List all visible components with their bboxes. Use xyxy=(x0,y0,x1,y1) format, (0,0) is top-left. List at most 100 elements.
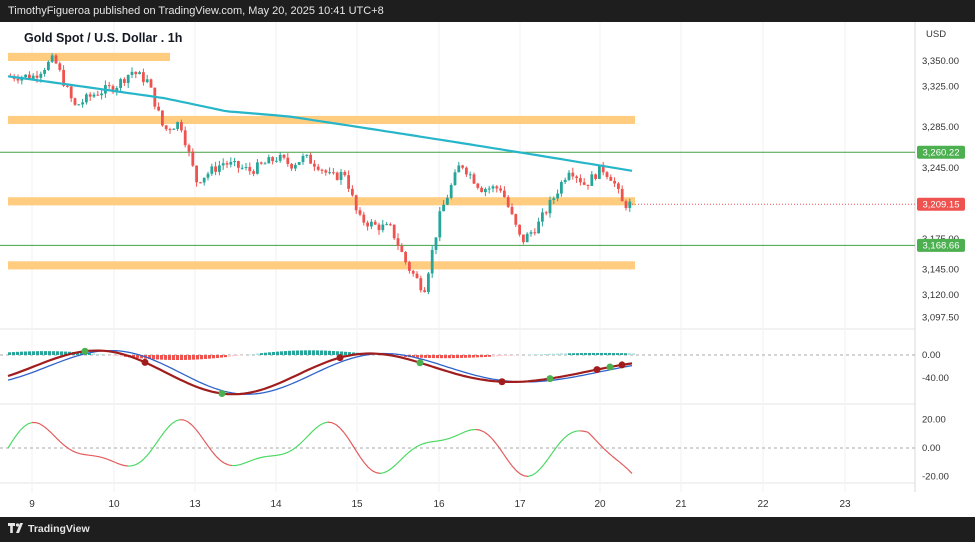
candle-body xyxy=(145,79,149,83)
macd-histogram-bar xyxy=(604,352,607,355)
oscillator-segment xyxy=(499,448,505,456)
macd-histogram-bar xyxy=(320,350,323,355)
candle-body xyxy=(571,172,575,177)
oscillator-segment xyxy=(627,468,633,474)
candle xyxy=(370,219,373,230)
candle-body xyxy=(514,214,518,225)
macd-cross-dot xyxy=(218,390,226,398)
candle-body xyxy=(187,145,191,152)
oscillator-segment xyxy=(615,458,621,463)
candle-body xyxy=(271,157,274,162)
candle xyxy=(134,71,138,79)
candle-body xyxy=(225,163,229,165)
candle xyxy=(396,233,400,251)
oscillator-segment xyxy=(111,460,117,464)
candle-body xyxy=(138,72,141,75)
oscillator-segment xyxy=(531,472,537,476)
macd-histogram-bar xyxy=(204,355,207,359)
macd-histogram-bar xyxy=(44,351,47,355)
oscillator-segment xyxy=(135,461,141,466)
oscillator-segment xyxy=(71,450,77,453)
candle xyxy=(221,158,225,170)
candle-body xyxy=(69,86,73,99)
oscillator-segment xyxy=(319,422,325,426)
candle-body xyxy=(381,224,385,231)
price-axis: 3,350.003,325.003,285.003,245.003,175.00… xyxy=(922,56,959,482)
candle xyxy=(85,92,88,105)
candle-body xyxy=(427,273,430,293)
candle xyxy=(434,237,438,255)
oscillator-segment xyxy=(431,440,437,443)
oscillator-segment xyxy=(563,434,569,439)
oscillator-segment xyxy=(559,437,565,444)
oscillator-segment xyxy=(275,454,281,457)
candle-body xyxy=(142,72,145,83)
oscillator-segment xyxy=(51,433,57,439)
candle xyxy=(332,168,335,175)
oscillator-segment xyxy=(423,441,429,445)
candle-body xyxy=(525,233,529,243)
candle-body xyxy=(54,55,58,64)
macd-histogram-bar xyxy=(212,355,215,359)
candle-body xyxy=(50,55,54,62)
tradingview-logo-icon xyxy=(8,523,23,533)
candle xyxy=(69,84,73,103)
candle xyxy=(533,228,537,236)
candle xyxy=(153,87,157,110)
candle-body xyxy=(404,251,407,263)
candle xyxy=(16,74,20,84)
candle-body xyxy=(472,174,476,184)
macd-histogram-bar xyxy=(480,355,483,358)
candle xyxy=(149,78,153,88)
oscillator-segment xyxy=(11,435,17,443)
oscillator-segment xyxy=(591,435,597,441)
macd-histogram-bar xyxy=(208,355,211,359)
chart-svg[interactable]: 3,350.003,325.003,285.003,245.003,175.00… xyxy=(0,22,975,517)
macd-histogram-bar xyxy=(8,352,11,355)
oscillator-segment xyxy=(399,456,405,462)
candle-body xyxy=(35,75,39,78)
candle-body xyxy=(351,188,354,196)
candle-body xyxy=(442,204,445,212)
candle-body xyxy=(522,234,525,243)
oscillator-segment xyxy=(227,464,233,467)
oscillator-segment xyxy=(123,464,129,467)
candle-body xyxy=(168,129,172,131)
macd-histogram-bar xyxy=(192,355,195,360)
oscillator-segment xyxy=(443,438,449,441)
candle-body xyxy=(294,164,297,169)
candle-body xyxy=(77,104,81,106)
candle-body xyxy=(134,71,138,75)
oscillator-segment xyxy=(23,423,29,428)
candle xyxy=(233,157,236,167)
chart-area[interactable]: 3,350.003,325.003,285.003,245.003,175.00… xyxy=(0,22,975,517)
macd-histogram-bar xyxy=(328,350,331,355)
zone xyxy=(8,52,170,61)
candle xyxy=(586,184,590,190)
macd-histogram-bar xyxy=(152,355,155,360)
candle-body xyxy=(373,221,377,225)
candle xyxy=(449,183,453,200)
macd-histogram-bar xyxy=(236,355,239,356)
oscillator-segment xyxy=(307,431,313,437)
candle-body xyxy=(275,160,278,162)
candle xyxy=(107,81,111,89)
oscillator-segment xyxy=(467,429,473,432)
time-tick: 16 xyxy=(433,499,445,510)
candle-body xyxy=(16,78,20,81)
oscillator-segment xyxy=(79,453,85,456)
oscillator-segment xyxy=(263,455,269,458)
macd-histogram-bar xyxy=(456,355,459,359)
oscillator-segment xyxy=(383,470,389,474)
macd-histogram-bar xyxy=(492,355,495,357)
oscillator-segment xyxy=(547,452,553,460)
macd-histogram-bar xyxy=(276,351,279,355)
candle xyxy=(290,163,293,172)
candle-body xyxy=(214,166,217,172)
candle-body xyxy=(366,222,369,227)
macd-histogram-bar xyxy=(540,354,543,355)
time-tick: 23 xyxy=(839,499,851,510)
candle-body xyxy=(358,210,362,215)
oscillator-segment xyxy=(475,428,481,431)
oscillator-segment xyxy=(35,422,41,425)
